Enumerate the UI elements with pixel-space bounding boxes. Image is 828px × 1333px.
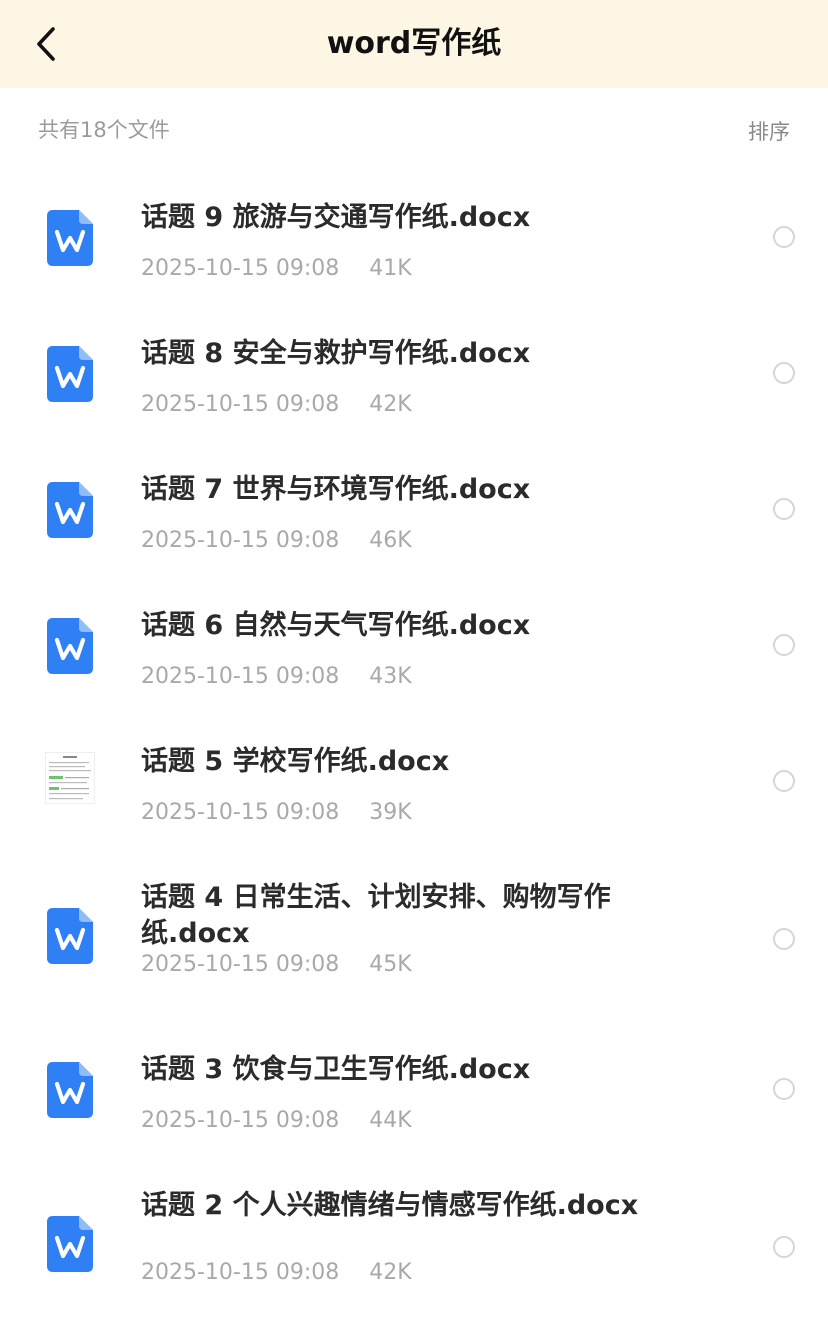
file-size: 39K (369, 800, 412, 825)
select-radio[interactable] (773, 226, 795, 248)
file-name: 话题 2 个人兴趣情绪与情感写作纸.docx (141, 1190, 639, 1221)
word-doc-icon (47, 1062, 93, 1118)
file-meta: 2025-10-15 09:08 39K (141, 800, 412, 825)
document-thumbnail (45, 752, 95, 804)
file-date: 2025-10-15 09:08 (141, 664, 340, 689)
word-doc-icon (47, 346, 93, 402)
file-meta: 2025-10-15 09:08 44K (141, 1108, 412, 1133)
select-radio[interactable] (773, 928, 795, 950)
file-date: 2025-10-15 09:08 (141, 392, 340, 417)
file-size: 44K (369, 1108, 412, 1133)
file-row[interactable]: 话题 3 饮食与卫生写作纸.docx 2025-10-15 09:08 44K (0, 1022, 828, 1158)
file-row[interactable]: 话题 7 世界与环境写作纸.docx 2025-10-15 09:08 46K (0, 442, 828, 578)
file-name: 话题 4 日常生活、计划安排、购物写作纸.docx (141, 882, 611, 949)
file-row[interactable]: 话题 8 安全与救护写作纸.docx 2025-10-15 09:08 42K (0, 306, 828, 442)
file-row[interactable]: 话题 2 个人兴趣情绪与情感写作纸.docx 2025-10-15 09:08 42… (0, 1158, 828, 1333)
file-date: 2025-10-15 09:08 (141, 528, 340, 553)
file-row[interactable]: 话题 9 旅游与交通写作纸.docx 2025-10-15 09:08 41K (0, 170, 828, 306)
app-header: word写作纸 (0, 0, 828, 88)
file-date: 2025-10-15 09:08 (141, 1260, 340, 1285)
file-date: 2025-10-15 09:08 (141, 256, 340, 281)
word-doc-icon (47, 1216, 93, 1272)
word-doc-icon (47, 482, 93, 538)
file-meta: 2025-10-15 09:08 46K (141, 528, 412, 553)
file-date: 2025-10-15 09:08 (141, 800, 340, 825)
file-meta: 2025-10-15 09:08 41K (141, 256, 412, 281)
file-name: 话题 6 自然与天气写作纸.docx (141, 610, 531, 641)
file-size: 43K (369, 664, 412, 689)
chevron-left-icon (37, 27, 55, 61)
word-doc-icon (47, 210, 93, 266)
page-title: word写作纸 (326, 26, 502, 61)
file-list: 话题 9 旅游与交通写作纸.docx 2025-10-15 09:08 41K 话题 … (0, 170, 828, 1333)
file-meta: 2025-10-15 09:08 45K (141, 952, 412, 977)
file-meta: 2025-10-15 09:08 42K (141, 392, 412, 417)
file-count-label: 共有18个文件 (38, 118, 170, 142)
file-name: 话题 9 旅游与交通写作纸.docx (141, 202, 531, 233)
select-radio[interactable] (773, 1236, 795, 1258)
back-button[interactable] (22, 20, 70, 68)
file-name: 话题 3 饮食与卫生写作纸.docx (141, 1054, 531, 1085)
select-radio[interactable] (773, 362, 795, 384)
file-name: 话题 5 学校写作纸.docx (141, 746, 450, 777)
file-date: 2025-10-15 09:08 (141, 952, 340, 977)
file-size: 46K (369, 528, 412, 553)
sort-button[interactable]: 排序 (748, 116, 790, 146)
file-meta: 2025-10-15 09:08 43K (141, 664, 412, 689)
file-size: 42K (369, 1260, 412, 1285)
file-row[interactable]: 话题 6 自然与天气写作纸.docx 2025-10-15 09:08 43K (0, 578, 828, 714)
file-row[interactable]: 话题 5 学校写作纸.docx 2025-10-15 09:08 39K (0, 714, 828, 850)
file-name: 话题 8 安全与救护写作纸.docx (141, 338, 531, 369)
file-row[interactable]: 话题 4 日常生活、计划安排、购物写作纸.docx 2025-10-15 09:0… (0, 850, 828, 1022)
select-radio[interactable] (773, 1078, 795, 1100)
file-meta: 2025-10-15 09:08 42K (141, 1260, 412, 1285)
word-doc-icon (47, 908, 93, 964)
word-doc-icon (47, 618, 93, 674)
file-size: 42K (369, 392, 412, 417)
select-radio[interactable] (773, 634, 795, 656)
select-radio[interactable] (773, 770, 795, 792)
file-date: 2025-10-15 09:08 (141, 1108, 340, 1133)
select-radio[interactable] (773, 498, 795, 520)
file-size: 41K (369, 256, 412, 281)
file-size: 45K (369, 952, 412, 977)
file-name: 话题 7 世界与环境写作纸.docx (141, 474, 531, 505)
